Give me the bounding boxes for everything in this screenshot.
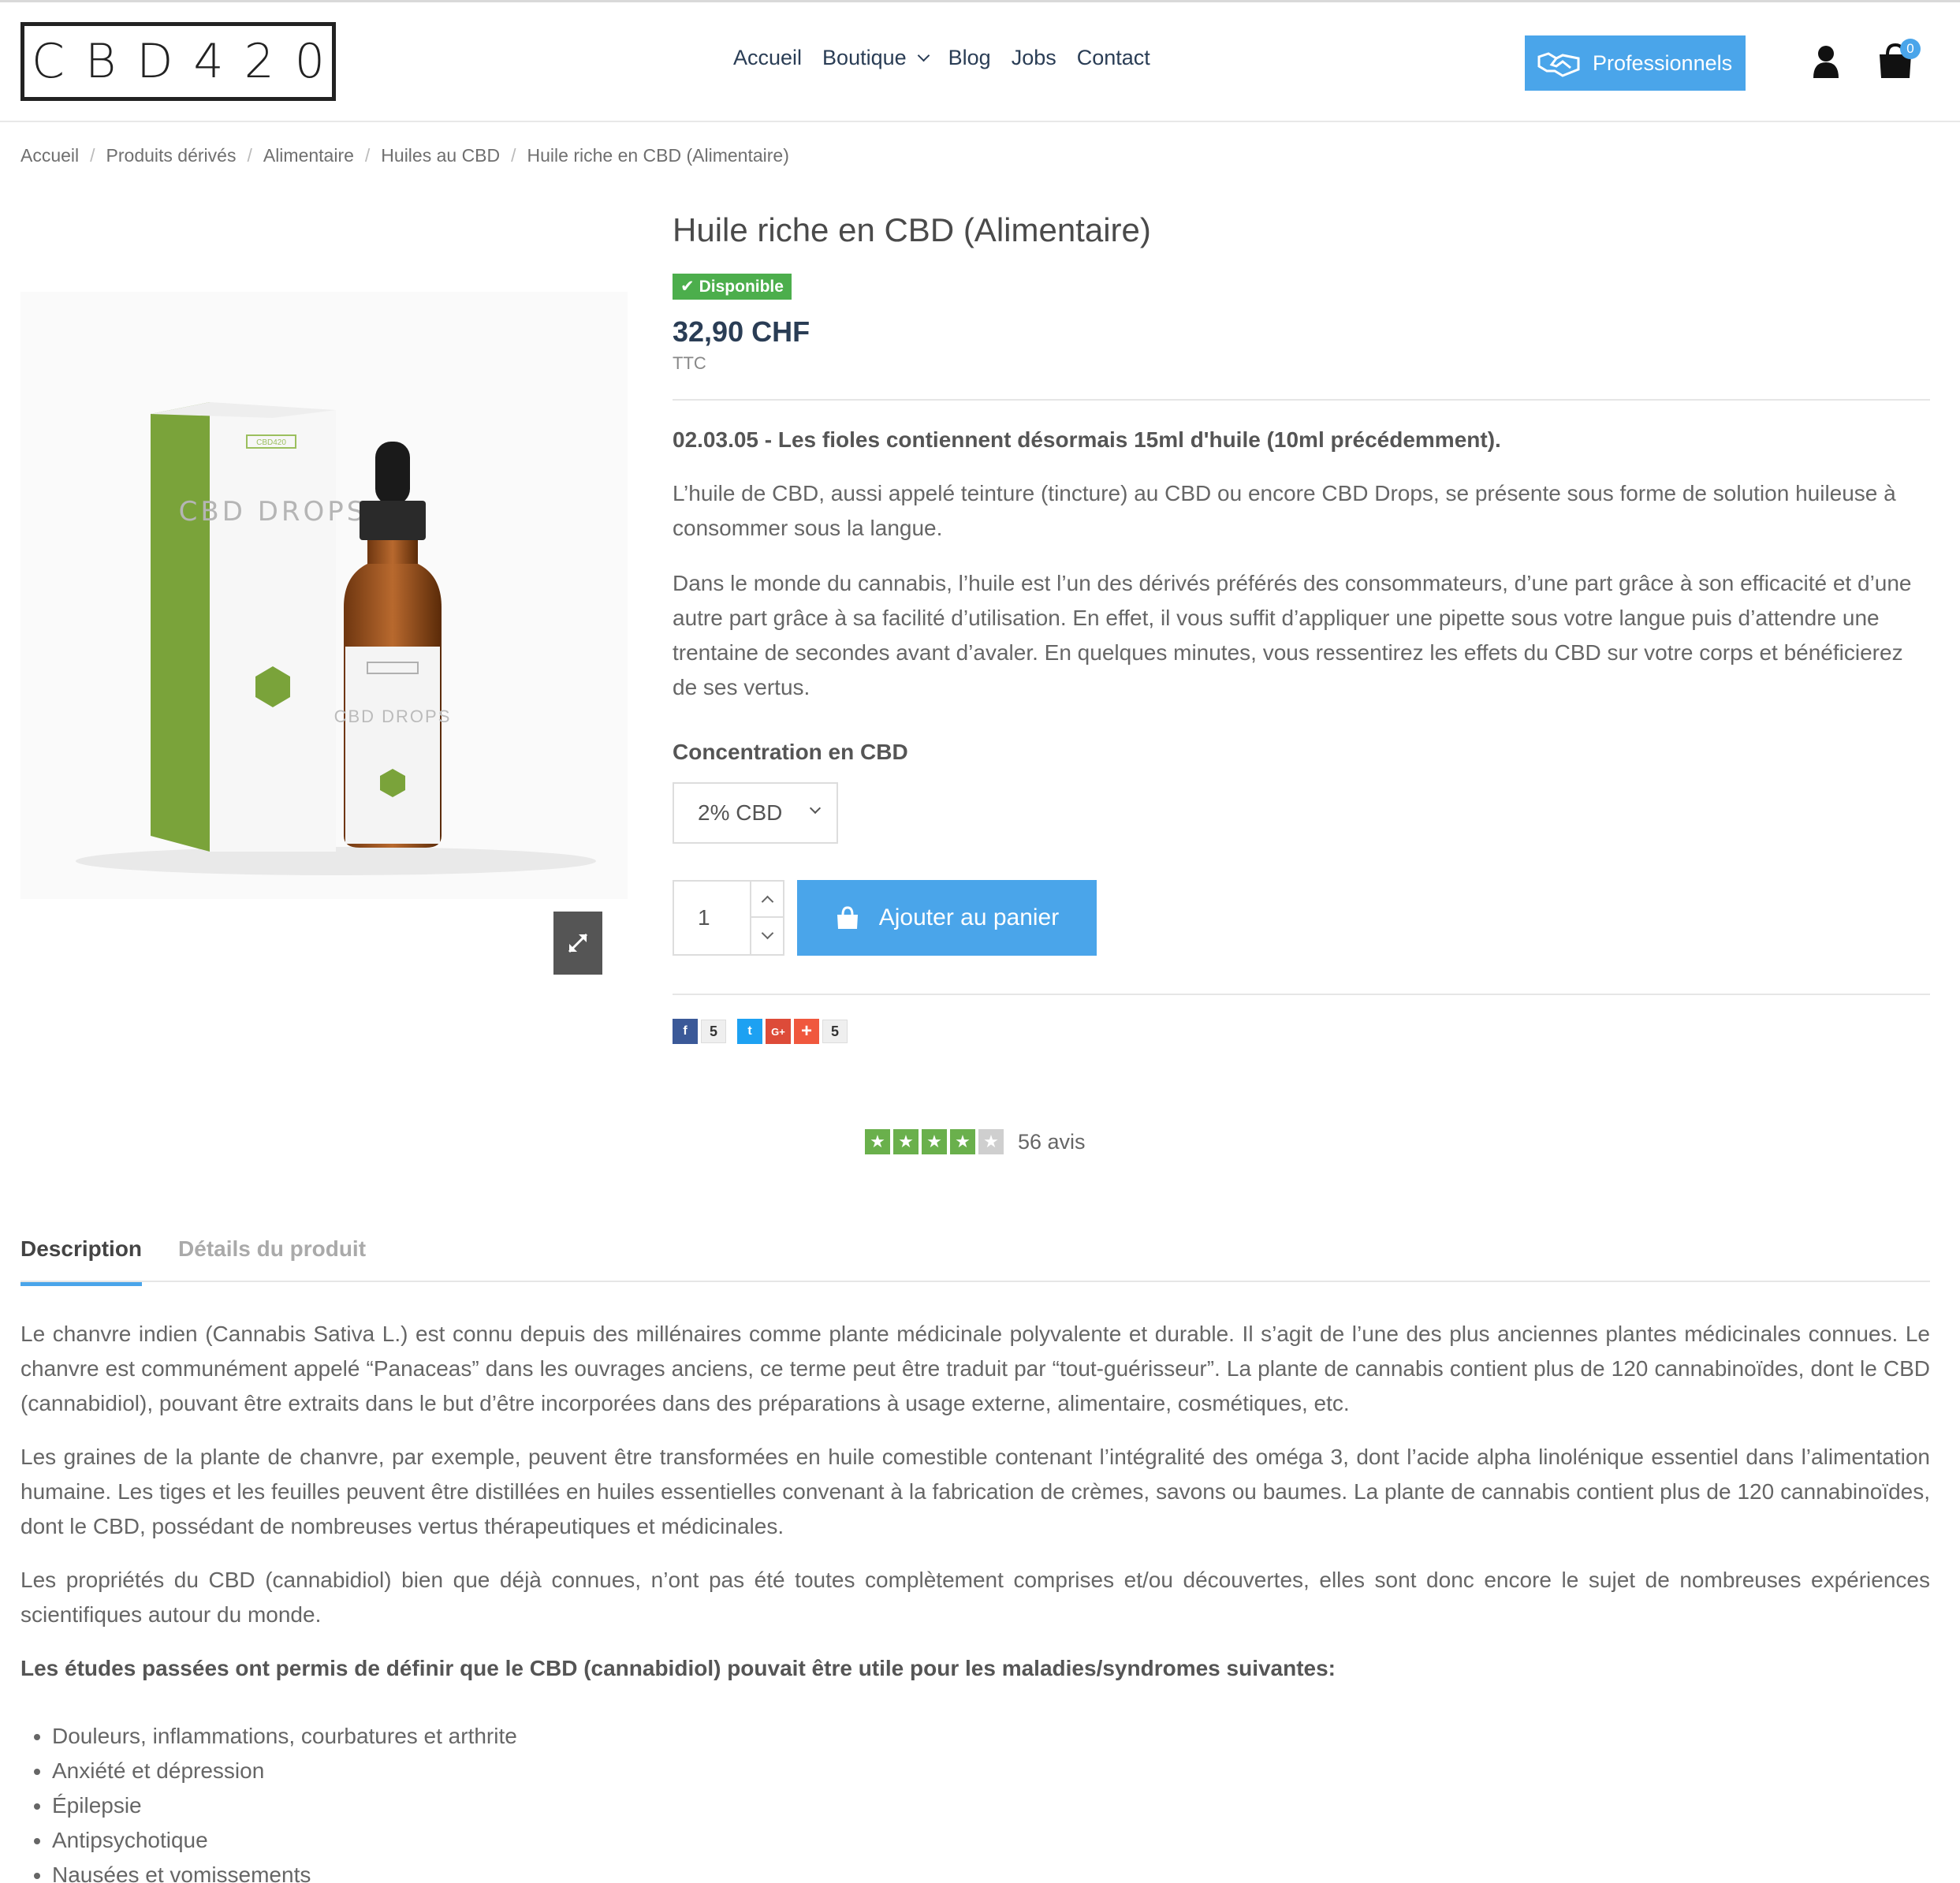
facebook-count: 5: [701, 1020, 727, 1043]
tab-details[interactable]: Détails du produit: [178, 1236, 366, 1286]
site-logo[interactable]: CBD420: [20, 22, 336, 101]
breadcrumb-alimentaire[interactable]: Alimentaire: [263, 145, 354, 166]
concentration-value: 2% CBD: [698, 800, 783, 825]
quantity-buttons: [750, 882, 783, 954]
tax-label: TTC: [673, 353, 706, 373]
quantity-increase-button[interactable]: [751, 882, 783, 918]
availability-badge: ✔ Disponible: [673, 274, 792, 300]
nav-label: Jobs: [1011, 46, 1056, 69]
list-item: Antipsychotique: [52, 1823, 517, 1858]
chevron-down-icon: [917, 49, 930, 62]
nav-label: Boutique: [822, 46, 907, 69]
quantity-decrease-button[interactable]: [751, 918, 783, 954]
list-item: Douleurs, inflammations, courbatures et …: [52, 1719, 517, 1754]
add-to-cart-label: Ajouter au panier: [878, 904, 1060, 930]
nav-blog[interactable]: Blog: [948, 46, 991, 70]
star-icon: ★: [922, 1129, 947, 1154]
conditions-list: Douleurs, inflammations, courbatures et …: [52, 1719, 517, 1883]
divider: [673, 399, 1930, 401]
description-heading: Les études passées ont permis de définir…: [20, 1656, 1336, 1680]
list-item: Anxiété et dépression: [52, 1754, 517, 1788]
product-tabs: Description Détails du produit: [20, 1236, 366, 1286]
add-to-cart-button[interactable]: Ajouter au panier: [797, 880, 1097, 956]
list-item: Nausées et vomissements: [52, 1858, 517, 1883]
star-icon: ★: [865, 1129, 890, 1154]
zoom-button[interactable]: [553, 912, 602, 975]
star-icon: ★: [950, 1129, 975, 1154]
nav-accueil[interactable]: Accueil: [733, 46, 802, 70]
twitter-icon[interactable]: t: [737, 1019, 763, 1044]
quantity-value[interactable]: 1: [698, 905, 710, 930]
product-photo: CBD420 CBD DROPS CBD DROPS: [76, 402, 596, 875]
chevron-down-icon: [809, 802, 822, 815]
product-title: Huile riche en CBD (Alimentaire): [673, 211, 1151, 248]
breadcrumb-produits-derives[interactable]: Produits dérivés: [106, 145, 237, 166]
site-header: CBD420 Accueil Boutique Blog Jobs Contac…: [0, 2, 1960, 122]
concentration-label: Concentration en CBD: [673, 740, 908, 764]
nav-jobs[interactable]: Jobs: [1012, 46, 1056, 70]
nav-label: Accueil: [733, 46, 803, 69]
star-empty-icon: ★: [978, 1129, 1004, 1154]
review-count[interactable]: 56 avis: [1018, 1130, 1086, 1154]
handshake-icon: [1537, 52, 1580, 77]
google-plus-icon[interactable]: G+: [766, 1019, 792, 1044]
nav-label: Blog: [948, 46, 991, 69]
product-summary-2: Dans le monde du cannabis, l’huile est l…: [673, 571, 1912, 699]
main-nav: Accueil Boutique Blog Jobs Contact: [733, 46, 1150, 70]
product-summary-1: L’huile de CBD, aussi appelé teinture (t…: [673, 481, 1896, 540]
description-paragraph-3: Les propriétés du CBD (cannabidiol) bien…: [20, 1568, 1930, 1627]
product-image[interactable]: CBD420 CBD DROPS CBD DROPS: [20, 292, 628, 899]
list-item: Épilepsie: [52, 1788, 517, 1823]
concentration-select[interactable]: 2% CBD: [673, 782, 838, 844]
logo-text: CBD420: [32, 34, 345, 89]
share-count: 5: [822, 1020, 848, 1043]
bottle-product-text: CBD DROPS: [334, 707, 452, 726]
share-plus-icon[interactable]: +: [794, 1019, 820, 1044]
tabs-divider: [20, 1281, 1930, 1282]
description-paragraph-1: Le chanvre indien (Cannabis Sativa L.) e…: [20, 1322, 1930, 1415]
shopping-bag-icon: [837, 906, 858, 929]
user-icon[interactable]: [1812, 45, 1840, 78]
product-notice: 02.03.05 - Les fioles contiennent désorm…: [673, 427, 1501, 452]
breadcrumb-separator: /: [90, 145, 95, 166]
professionnels-label: Professionnels: [1593, 50, 1733, 75]
star-icon: ★: [893, 1129, 919, 1154]
breadcrumb-separator: /: [364, 145, 371, 166]
social-share: f 5 t G+ + 5: [673, 1019, 855, 1044]
description-paragraph-2: Les graines de la plante de chanvre, par…: [20, 1445, 1930, 1538]
nav-boutique[interactable]: Boutique: [822, 46, 930, 70]
product-rating[interactable]: ★ ★ ★ ★ ★ 56 avis: [865, 1129, 1086, 1154]
cart-count-badge: 0: [1900, 39, 1921, 59]
expand-icon: [568, 933, 588, 953]
tab-description[interactable]: Description: [20, 1236, 143, 1286]
nav-label: Contact: [1076, 46, 1150, 69]
breadcrumb-separator: /: [247, 145, 252, 166]
product-price: 32,90 CHF: [673, 315, 810, 348]
availability-label: Disponible: [699, 277, 784, 296]
nav-contact[interactable]: Contact: [1077, 46, 1150, 70]
check-icon: ✔: [680, 278, 695, 296]
breadcrumb-separator: /: [511, 145, 516, 166]
breadcrumb-accueil[interactable]: Accueil: [20, 145, 79, 166]
box-brand-text: CBD420: [256, 438, 286, 447]
professionnels-button[interactable]: Professionnels: [1525, 35, 1746, 91]
breadcrumb-current: Huile riche en CBD (Alimentaire): [527, 145, 789, 166]
breadcrumb: Accueil / Produits dérivés / Alimentaire…: [20, 145, 789, 166]
facebook-icon[interactable]: f: [673, 1019, 698, 1044]
breadcrumb-huiles-cbd[interactable]: Huiles au CBD: [381, 145, 500, 166]
quantity-stepper[interactable]: 1: [673, 880, 784, 956]
box-product-text: CBD DROPS: [179, 496, 367, 528]
divider: [673, 994, 1930, 995]
